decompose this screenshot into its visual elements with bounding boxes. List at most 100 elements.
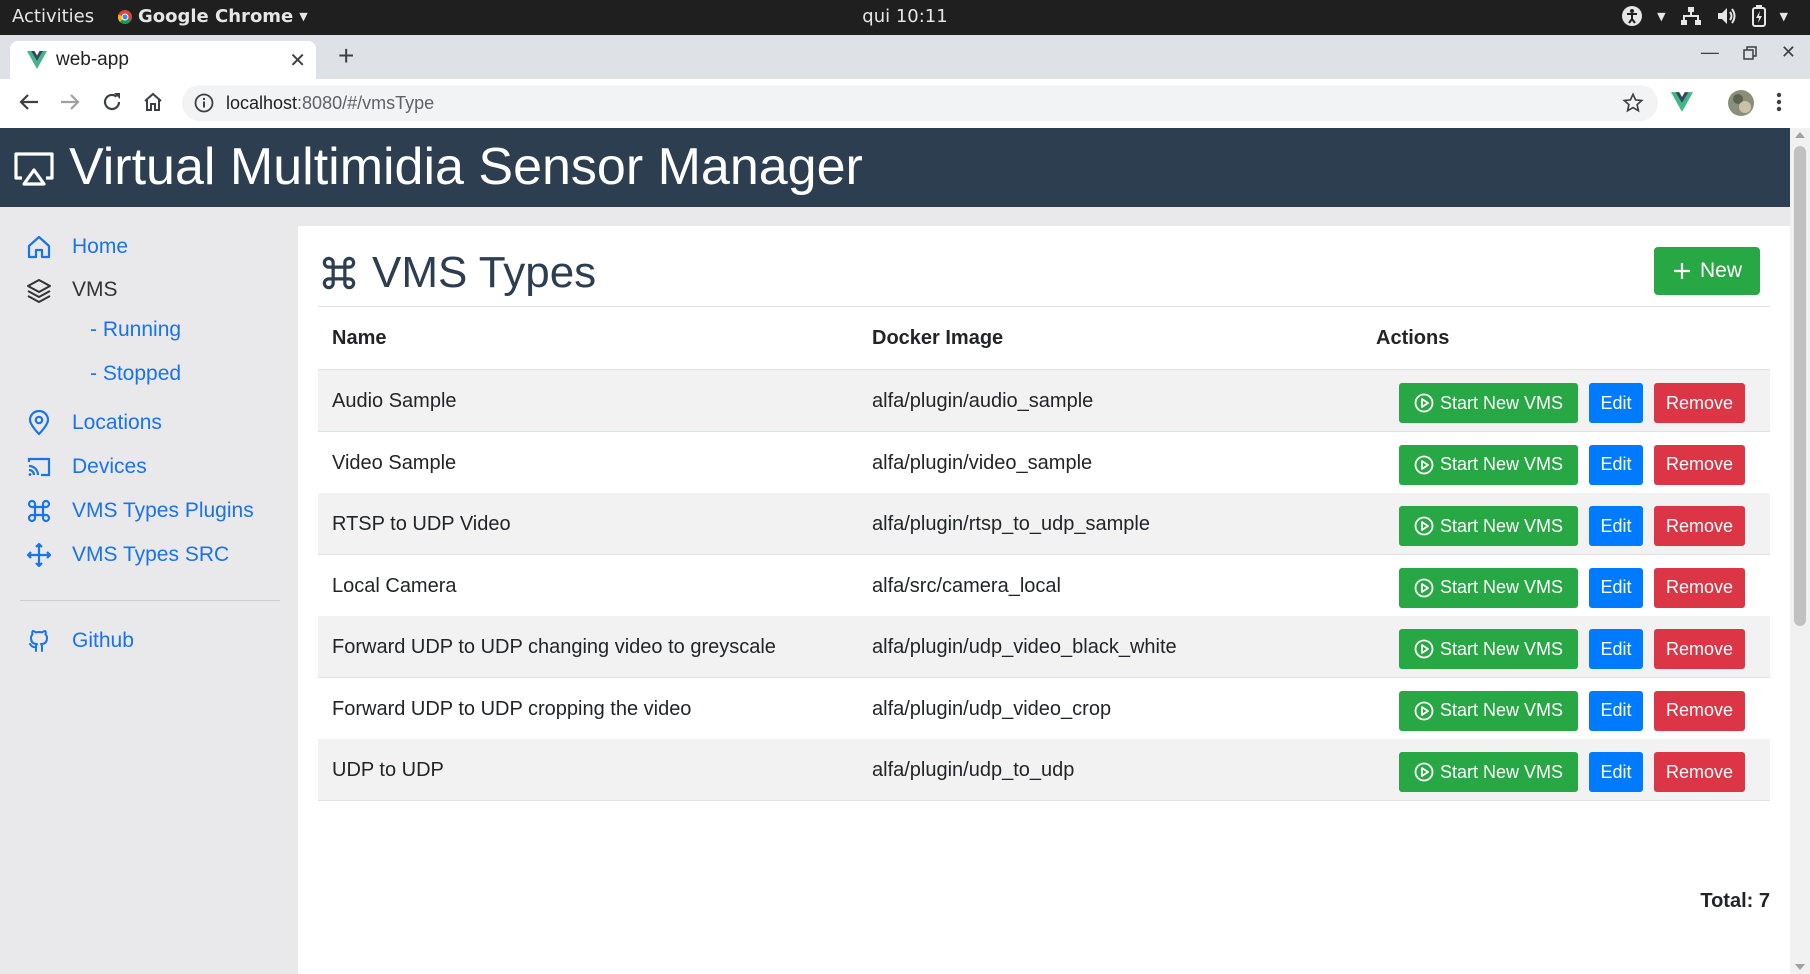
scroll-up-arrow-icon[interactable] bbox=[1795, 132, 1805, 138]
more-menu-icon[interactable] bbox=[1776, 91, 1782, 113]
docker-image: alfa/plugin/udp_video_crop bbox=[872, 697, 1112, 720]
remove-button[interactable]: Remove bbox=[1654, 444, 1745, 485]
play-circle-icon bbox=[1414, 762, 1434, 782]
chrome-icon bbox=[118, 9, 132, 24]
vue-devtools-icon[interactable] bbox=[1671, 92, 1693, 112]
profile-avatar[interactable] bbox=[1727, 89, 1755, 117]
remove-button[interactable]: Remove bbox=[1654, 690, 1745, 731]
sidebar-item-locations[interactable]: Locations bbox=[26, 410, 162, 436]
app-title: Virtual Multimidia Sensor Manager bbox=[69, 138, 863, 196]
start-button-label: Start New VMS bbox=[1439, 392, 1564, 413]
column-header-docker-image: Docker Image bbox=[872, 327, 1004, 349]
remove-button[interactable]: Remove bbox=[1654, 506, 1745, 546]
page-heading: VMS Types bbox=[320, 248, 596, 298]
chevron-down-icon: ▼ bbox=[1657, 9, 1666, 23]
remove-button[interactable]: Remove bbox=[1654, 567, 1745, 608]
home-icon bbox=[26, 234, 52, 260]
activities-button[interactable]: Activities bbox=[12, 6, 94, 27]
edit-button[interactable]: Edit bbox=[1589, 506, 1643, 546]
sidebar-item-running[interactable]: - Running bbox=[90, 318, 181, 342]
sidebar-item-home[interactable]: Home bbox=[26, 234, 128, 260]
start-button-label: Start New VMS bbox=[1439, 515, 1564, 536]
bookmark-star-icon[interactable] bbox=[1622, 92, 1644, 114]
address-bar[interactable]: localhost:8080/#/vmsType bbox=[182, 85, 1658, 121]
vms-type-name: Video Sample bbox=[332, 451, 457, 474]
vms-type-name: RTSP to UDP Video bbox=[332, 513, 511, 535]
info-icon[interactable] bbox=[194, 93, 214, 113]
remove-button[interactable]: Remove bbox=[1654, 629, 1745, 669]
tab-title: web-app bbox=[56, 49, 129, 70]
play-circle-icon bbox=[1414, 639, 1434, 659]
window-controls: — ✕ bbox=[1701, 42, 1796, 63]
sidebar-item-stopped[interactable]: - Stopped bbox=[90, 362, 181, 386]
sidebar-item-label: VMS bbox=[72, 278, 118, 301]
table-row: Forward UDP to UDP cropping the video alf… bbox=[318, 678, 1770, 740]
command-icon bbox=[320, 254, 358, 292]
app-menu[interactable]: Google Chrome ▼ bbox=[118, 6, 308, 27]
remove-button[interactable]: Remove bbox=[1654, 383, 1745, 423]
tab-web-app[interactable]: web-app ✕ bbox=[10, 41, 316, 79]
sidebar-item-devices[interactable]: Devices bbox=[26, 454, 147, 480]
sidebar-item-github[interactable]: Github bbox=[26, 628, 134, 654]
play-circle-icon bbox=[1414, 516, 1434, 536]
close-icon[interactable]: ✕ bbox=[289, 48, 306, 73]
start-button-label: Start New VMS bbox=[1439, 454, 1564, 474]
start-new-vms-button[interactable]: Start New VMS bbox=[1399, 444, 1578, 485]
start-new-vms-button[interactable]: Start New VMS bbox=[1399, 567, 1578, 608]
edit-button[interactable]: Edit bbox=[1589, 629, 1643, 669]
edit-button[interactable]: Edit bbox=[1589, 567, 1643, 608]
edit-button[interactable]: Edit bbox=[1589, 444, 1643, 485]
start-new-vms-button[interactable]: Start New VMS bbox=[1399, 383, 1578, 423]
sidebar-item-label: Github bbox=[72, 629, 134, 652]
url-host: localhost bbox=[226, 93, 298, 113]
play-circle-icon bbox=[1414, 701, 1434, 721]
forward-icon[interactable] bbox=[59, 91, 81, 113]
close-window-icon[interactable]: ✕ bbox=[1781, 42, 1796, 63]
page-scrollbar[interactable] bbox=[1790, 128, 1810, 974]
reload-icon[interactable] bbox=[101, 91, 123, 113]
tab-strip: web-app ✕ + — ✕ bbox=[0, 35, 1810, 79]
battery-icon[interactable] bbox=[1751, 5, 1766, 27]
docker-image: alfa/plugin/udp_to_udp bbox=[872, 759, 1075, 781]
network-icon[interactable] bbox=[1680, 6, 1702, 26]
sidebar-item-vms-types-src[interactable]: VMS Types SRC bbox=[26, 542, 229, 568]
sidebar-item-vms[interactable]: VMS bbox=[26, 277, 118, 303]
sidebar-item-vms-types-plugins[interactable]: VMS Types Plugins bbox=[26, 498, 254, 524]
url-path: :8080/#/vmsType bbox=[297, 93, 435, 113]
edit-button[interactable]: Edit bbox=[1589, 690, 1643, 731]
restore-icon[interactable] bbox=[1743, 45, 1757, 60]
sidebar-item-label: VMS Types Plugins bbox=[72, 499, 254, 522]
docker-image: alfa/plugin/video_sample bbox=[872, 451, 1093, 474]
play-circle-icon bbox=[1414, 393, 1434, 413]
home-icon[interactable] bbox=[142, 91, 164, 113]
start-new-vms-button[interactable]: Start New VMS bbox=[1399, 752, 1578, 792]
remove-button[interactable]: Remove bbox=[1654, 752, 1745, 792]
sidebar: Home VMS - Running - Stopped Locations D… bbox=[0, 207, 298, 974]
clock[interactable]: qui 10:11 bbox=[862, 6, 947, 27]
row-actions: Start New VMS Edit Remove bbox=[1399, 567, 1745, 608]
vms-type-name: Audio Sample bbox=[332, 390, 457, 412]
new-button-label: New bbox=[1699, 259, 1742, 282]
new-vms-type-button[interactable]: New bbox=[1654, 247, 1760, 295]
system-tray[interactable]: ▼ ▼ bbox=[1621, 5, 1788, 27]
minimize-icon[interactable]: — bbox=[1701, 42, 1719, 63]
start-new-vms-button[interactable]: Start New VMS bbox=[1399, 629, 1578, 669]
volume-icon[interactable] bbox=[1716, 6, 1738, 26]
edit-button[interactable]: Edit bbox=[1589, 752, 1643, 792]
total-count: Total: 7 bbox=[1700, 890, 1770, 912]
back-icon[interactable] bbox=[18, 91, 40, 113]
vms-type-name: Forward UDP to UDP changing video to gre… bbox=[332, 636, 776, 658]
github-icon bbox=[26, 628, 52, 654]
scroll-down-arrow-icon[interactable] bbox=[1795, 964, 1805, 970]
accessibility-icon[interactable] bbox=[1621, 5, 1643, 27]
start-new-vms-button[interactable]: Start New VMS bbox=[1399, 506, 1578, 546]
sidebar-item-label: Locations bbox=[72, 411, 162, 434]
start-new-vms-button[interactable]: Start New VMS bbox=[1399, 690, 1578, 731]
edit-button[interactable]: Edit bbox=[1589, 383, 1643, 423]
play-circle-icon bbox=[1414, 578, 1434, 598]
vms-type-name: Local Camera bbox=[332, 574, 457, 597]
play-circle-icon bbox=[1414, 455, 1434, 475]
start-button-label: Start New VMS bbox=[1439, 638, 1564, 659]
scrollbar-thumb[interactable] bbox=[1794, 146, 1806, 626]
new-tab-button[interactable]: + bbox=[338, 40, 354, 72]
